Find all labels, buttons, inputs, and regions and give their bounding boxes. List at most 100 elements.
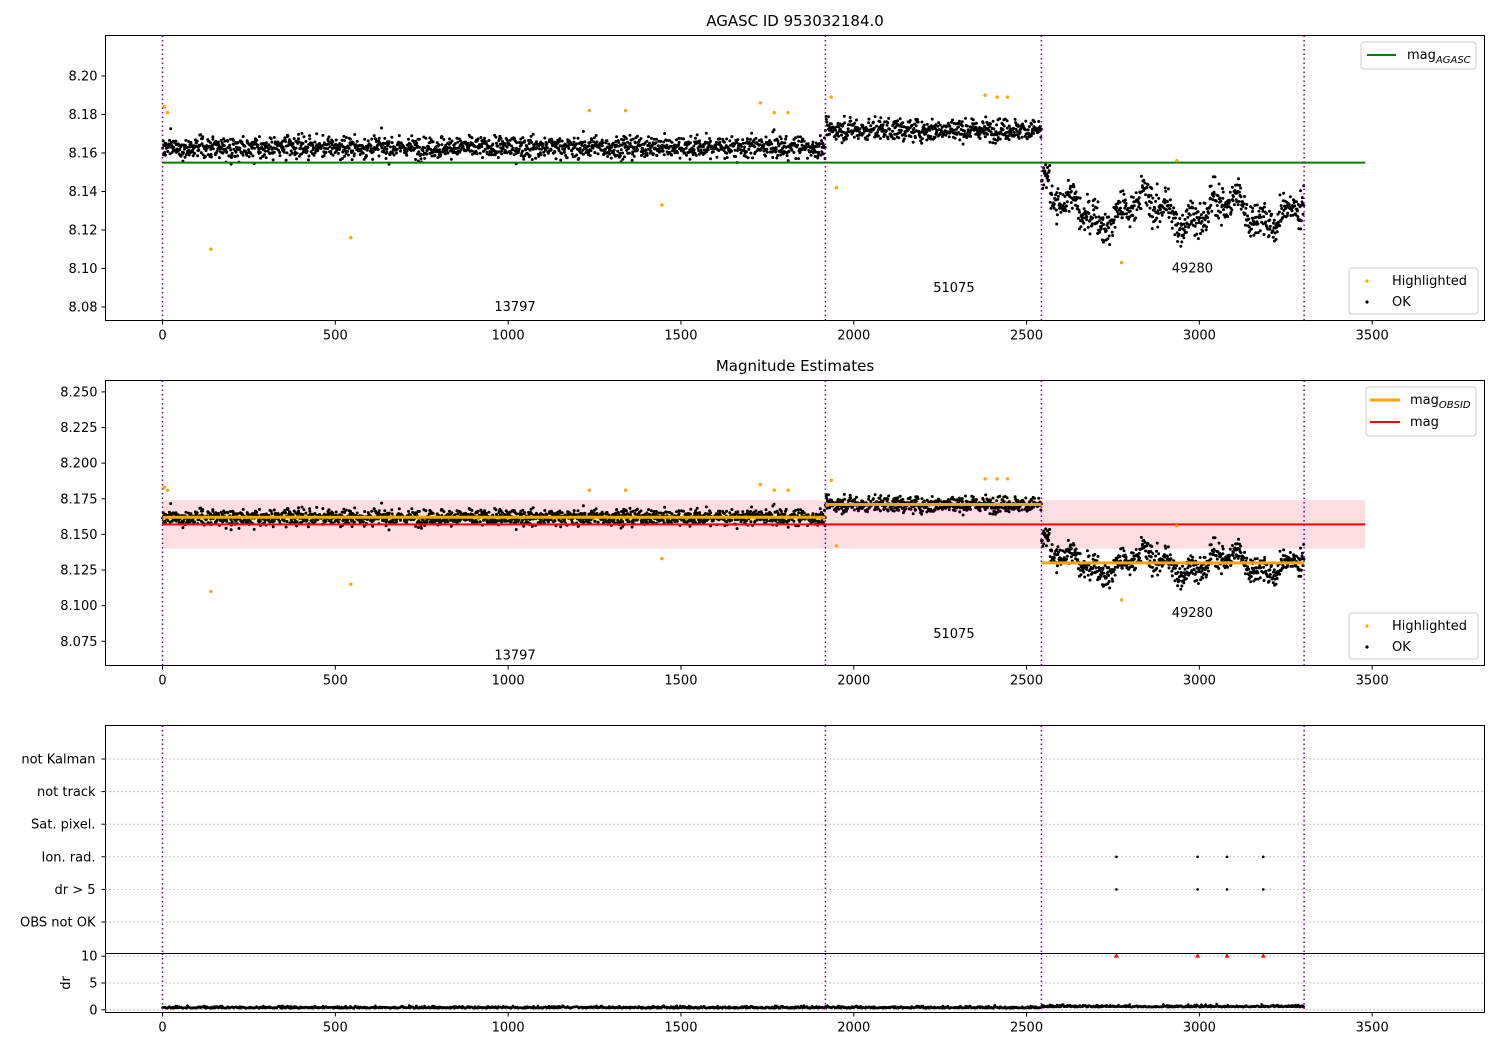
ok-point [844,137,848,141]
ok-point [1135,208,1139,212]
ok-point [163,150,167,154]
highlighted-point [166,110,170,115]
ok-point [814,519,818,523]
ok-point [887,116,891,120]
ok-point [494,135,498,139]
x-tick-label: 2500 [1010,329,1043,344]
ok-point [1267,234,1271,238]
ok-point [169,502,173,506]
highlighted-point [209,247,213,251]
ok-point [1039,135,1043,139]
highlighted-point [587,108,592,113]
ok-point [1271,235,1275,239]
ok-point [1238,183,1242,187]
ok-point [1262,215,1266,219]
ok-point [879,494,883,498]
magnitude-estimates-panel: Magnitude Estimates 0 500 1000 1500 2000 2500… [60,357,1485,689]
ok-point [1137,196,1141,200]
ok-point [1052,202,1056,206]
highlighted-point [834,185,839,190]
ok-point [487,510,491,514]
ok-point [1160,213,1164,217]
ok-point [383,136,387,140]
ok-point [688,141,692,145]
ok-point [1158,220,1162,224]
ok-point [1237,177,1240,181]
ok-point [203,155,207,158]
ok-point [417,509,421,513]
ok-point [193,151,197,155]
ok-point [1078,196,1082,200]
ok-point [925,138,929,142]
ok-point [991,141,995,145]
ok-point [858,127,862,131]
ok-point [541,142,545,146]
ok-point [184,510,188,514]
ok-point [1067,209,1071,213]
ok-point [749,151,753,155]
ok-point [195,139,199,143]
ok-point [1226,215,1230,218]
ok-point [855,118,858,122]
ok-point [898,494,902,498]
ok-point [624,137,628,141]
ok-point [255,138,259,142]
ok-point [1118,200,1122,204]
ok-point [837,134,841,138]
ok-point [478,151,482,155]
ok-point [260,145,264,149]
ok-point [1042,183,1046,187]
ok-point [783,512,787,516]
ok-point [901,121,905,125]
ok-point [480,145,484,149]
ok-point [1178,227,1182,230]
ok-point [960,124,964,128]
ok-point [383,509,387,513]
ok-point [621,520,625,524]
ok-point [301,142,305,145]
ok-point [659,511,663,515]
ok-point [511,146,515,150]
ok-point [1230,208,1234,212]
ok-point [920,141,924,145]
ok-point [424,509,428,513]
ok-point [384,157,388,160]
ok-point [445,148,449,152]
ok-point [1279,204,1283,208]
ok-point [878,496,882,500]
ok-point [639,137,643,140]
ok-point [633,512,637,516]
ok-point [995,123,999,127]
ok-point [659,139,663,143]
ok-point [1066,178,1070,182]
ok-point [754,509,758,513]
ok-point [567,146,571,150]
ok-point [1024,119,1028,123]
ok-point [677,140,681,144]
ok-point [201,135,205,139]
ok-point [1103,212,1107,216]
ok-point [1055,191,1059,195]
ok-point [869,499,873,503]
ok-point [352,520,356,524]
ok-point [814,150,818,154]
x-tick-label: 1000 [492,329,525,344]
ok-point [423,146,427,150]
ok-point [964,116,967,120]
ok-point [1179,244,1183,248]
ok-point [377,154,381,158]
ok-point [1157,212,1160,215]
ok-point [1268,218,1272,222]
ok-point [523,511,527,515]
ok-point [896,119,900,123]
ok-point [694,509,697,513]
legend-mag-agasc-sub: AGASC [1435,55,1471,66]
ok-point [229,148,233,152]
ok-point [1270,212,1274,216]
ok-point [439,153,443,157]
ok-point [718,509,722,513]
ok-point [431,511,435,515]
ok-point [181,526,185,530]
ok-point [677,512,681,516]
ok-point [1113,225,1117,229]
